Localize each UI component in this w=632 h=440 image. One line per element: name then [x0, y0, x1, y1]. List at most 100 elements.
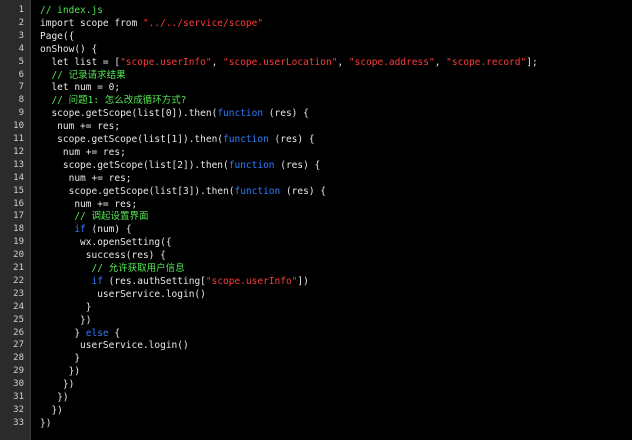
code-area[interactable]: // index.js import scope from "../../serv…: [31, 0, 632, 440]
code-line: if (num) {: [40, 223, 132, 236]
code-line: }): [40, 404, 63, 417]
code-text: (res) {: [280, 185, 326, 197]
code-line: }): [40, 417, 51, 430]
code-text: let list = [: [40, 56, 121, 68]
code-string: "scope.address": [348, 56, 435, 68]
code-text: (res) {: [274, 159, 321, 171]
code-line: // 问题1: 怎么改成循环方式?: [40, 94, 186, 107]
line-number: 3: [18, 30, 24, 41]
code-text: }: [40, 301, 92, 313]
code-line: wx.openSetting({: [40, 236, 172, 249]
code-line: success(res) {: [40, 249, 166, 262]
code-line: if (res.authSetting["scope.userInfo"]): [40, 275, 309, 288]
code-line: }): [40, 314, 91, 327]
code-text: }): [40, 314, 92, 326]
line-number: 5: [18, 56, 24, 67]
code-text: userService.login(): [40, 340, 189, 352]
code-text: wx.openSetting({: [40, 237, 172, 249]
line-number: 16: [13, 198, 24, 209]
code-line: userService.login(): [40, 288, 206, 301]
line-number: 11: [13, 134, 24, 144]
code-string: "scope.userInfo": [120, 56, 212, 68]
code-line: scope.getScope(list[1]).then(function (r…: [40, 133, 315, 146]
code-text: let num = 0;: [40, 82, 121, 94]
code-text: import scope from: [40, 17, 143, 29]
code-keyword: function: [223, 134, 269, 145]
code-line: userService.login(): [40, 339, 189, 352]
line-number: 4: [18, 43, 24, 54]
code-string: "../../service/scope": [142, 17, 264, 29]
code-line: num += res;: [40, 146, 126, 159]
code-text: scope.getScope(list[0]).then(: [40, 108, 218, 120]
code-keyword: function: [234, 185, 281, 197]
code-text: num += res;: [40, 146, 126, 158]
code-line: } else {: [40, 327, 120, 340]
line-number: 12: [13, 146, 24, 157]
code-line: // 记录请求结果: [40, 69, 126, 82]
code-text: num += res;: [40, 121, 121, 133]
code-text: ,: [337, 56, 349, 68]
line-number: 7: [18, 82, 24, 93]
code-text: ,: [211, 56, 224, 68]
line-number: 8: [18, 95, 24, 106]
code-comment: // 允许获取用户信息: [40, 263, 185, 274]
code-line: let num = 0;: [40, 81, 120, 94]
code-keyword: if: [91, 275, 103, 287]
code-text: onShow() {: [40, 43, 98, 55]
code-text: scope.getScope(list[3]).then(: [40, 185, 235, 197]
code-text: ]): [297, 275, 309, 287]
code-line: }: [40, 301, 92, 314]
code-editor[interactable]: 1 2 3 4 5 6 7 8 9 10 11 12 13 14 15 16 17 18 19 20 21 22 23 24 2…: [0, 0, 632, 440]
line-number: 21: [13, 263, 24, 273]
code-line: }): [40, 391, 68, 404]
line-number: 24: [13, 301, 24, 312]
line-number: 31: [13, 392, 24, 402]
line-number: 19: [13, 237, 24, 248]
code-line: scope.getScope(list[3]).then(function (r…: [40, 185, 326, 198]
line-number: 6: [18, 69, 24, 80]
code-line: num += res;: [40, 172, 132, 185]
line-number: 18: [13, 224, 24, 235]
code-text: scope.getScope(list[2]).then(: [40, 159, 229, 171]
line-number: 17: [13, 211, 24, 222]
code-line: }): [40, 378, 74, 391]
code-text: success(res) {: [40, 250, 166, 262]
code-line: import scope from "../../service/scope": [40, 17, 263, 30]
code-text: num += res;: [40, 198, 138, 210]
code-text: }): [40, 404, 63, 416]
code-comment: // 问题1: 怎么改成循环方式?: [40, 95, 187, 107]
code-line: num += res;: [40, 120, 120, 133]
code-text: scope.getScope(list[1]).then(: [40, 134, 224, 145]
code-string: "scope.record": [446, 56, 527, 68]
line-number: 25: [13, 314, 24, 325]
line-number: 23: [13, 288, 24, 299]
line-number: 2: [18, 17, 24, 28]
code-line: scope.getScope(list[0]).then(function (r…: [40, 107, 309, 120]
code-keyword: else: [85, 327, 109, 339]
line-number: 32: [13, 404, 24, 415]
code-string: "scope.userInfo": [205, 275, 298, 287]
code-line: num += res;: [40, 198, 137, 211]
code-comment: // 记录请求结果: [40, 69, 126, 81]
line-number: 20: [13, 250, 24, 261]
code-text: (res) {: [268, 134, 315, 145]
code-text: ,: [434, 56, 447, 68]
code-line: }): [40, 365, 80, 378]
code-keyword: function: [217, 108, 264, 120]
line-number: 33: [13, 417, 24, 428]
code-line: Page({: [40, 30, 74, 43]
code-text: {: [108, 327, 121, 339]
code-comment: // index.js: [40, 5, 103, 16]
code-text: (res) {: [263, 108, 309, 120]
line-number: 10: [13, 121, 24, 132]
code-line: // 调起设置界面: [40, 210, 148, 223]
code-comment: // 调起设置界面: [40, 211, 149, 223]
code-text: ];: [526, 56, 538, 68]
code-text: (num) {: [85, 224, 132, 236]
code-text: userService.login(): [40, 288, 206, 300]
code-text: }): [40, 366, 81, 378]
line-number: 26: [13, 327, 24, 338]
code-line: onShow() {: [40, 43, 97, 56]
